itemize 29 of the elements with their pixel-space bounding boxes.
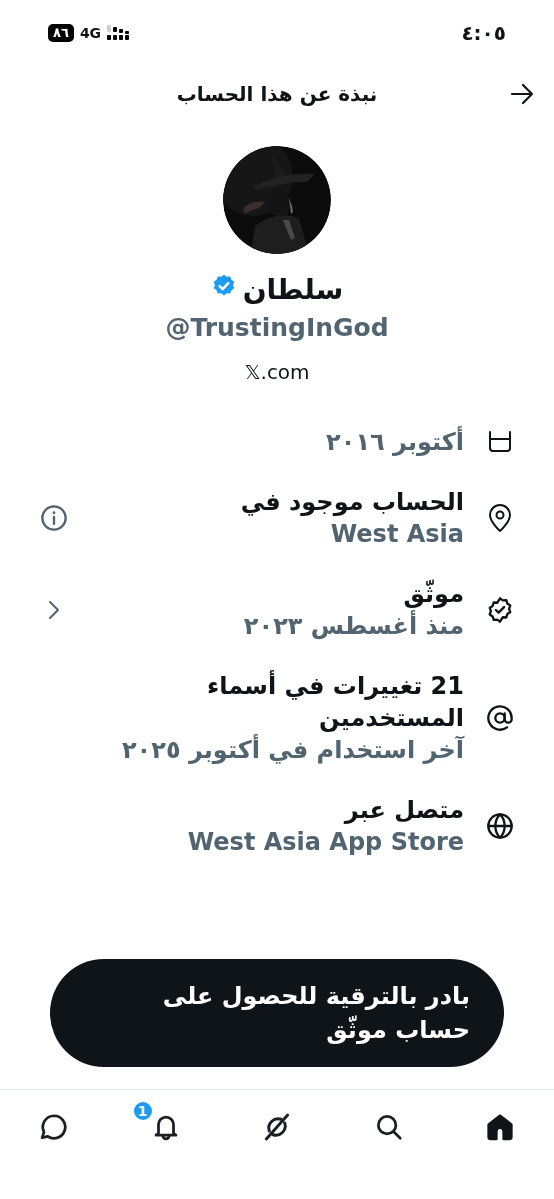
row-title: الحساب موجود في bbox=[240, 487, 464, 518]
status-time: ٤:٠٥ bbox=[461, 20, 506, 47]
notification-badge: 1 bbox=[131, 1100, 154, 1122]
arrow-icon bbox=[510, 83, 534, 105]
row-title: متصل عبر bbox=[344, 795, 464, 826]
home-icon[interactable] bbox=[485, 1112, 515, 1142]
globe-icon bbox=[486, 812, 514, 840]
row-subtitle: West Asia bbox=[330, 519, 464, 550]
page-title: نبذة عن هذا الحساب bbox=[176, 81, 378, 108]
location-pin-icon bbox=[487, 503, 513, 533]
at-sign-icon bbox=[486, 704, 514, 732]
info-icon[interactable] bbox=[40, 504, 68, 532]
chat-bubble-icon[interactable] bbox=[39, 1112, 69, 1142]
row-title: موثّق bbox=[403, 578, 464, 610]
upgrade-button[interactable]: بادر بالترقية للحصول على حساب موثّق bbox=[50, 959, 504, 1067]
calendar-icon bbox=[487, 431, 513, 453]
row-title: 21 تغييرات في أسماء المستخدمين bbox=[205, 670, 464, 734]
signal-icon bbox=[107, 25, 132, 41]
profile-name: سلطان bbox=[242, 272, 344, 308]
profile-website: 𝕏.com bbox=[244, 359, 310, 386]
chevron-icon[interactable] bbox=[46, 598, 62, 622]
network-type: 4G bbox=[79, 23, 102, 43]
row-subtitle: West Asia App Store bbox=[187, 827, 464, 858]
row-subtitle: أكتوبر ٢٠١٦ bbox=[326, 426, 464, 458]
profile-handle: @TrustingInGod bbox=[165, 312, 389, 344]
row-subtitle: منذ أغسطس ٢٠٢٣ bbox=[243, 610, 464, 642]
verified-badge-icon bbox=[486, 596, 514, 624]
row-subtitle: آخر استخدام في أكتوبر ٢٠٢٥ bbox=[121, 734, 464, 766]
battery-level: ٨٦ bbox=[48, 24, 74, 42]
